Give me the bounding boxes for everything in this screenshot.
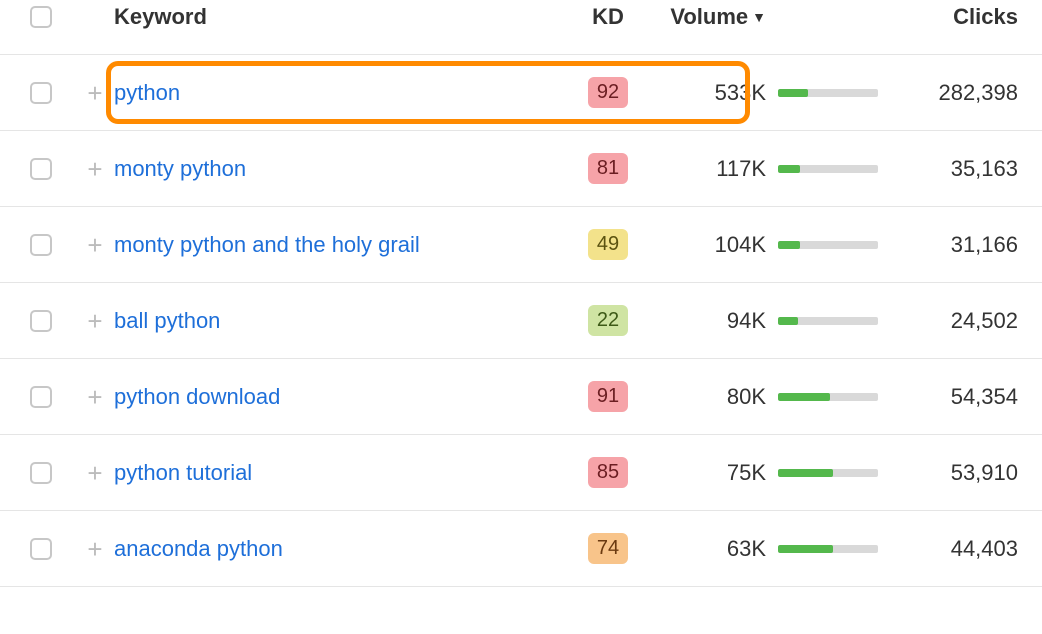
clicks-bar [778,317,878,325]
header-clicks[interactable]: Clicks [898,4,1018,30]
expand-icon[interactable]: + [87,308,102,334]
kd-badge: 85 [588,457,628,488]
row-checkbox[interactable] [30,538,52,560]
clicks-bar-fill [778,165,800,173]
expand-icon[interactable]: + [87,384,102,410]
clicks-value: 54,354 [951,384,1018,409]
volume-value: 104K [715,232,766,257]
keyword-link[interactable]: monty python [114,156,246,181]
select-all-checkbox[interactable] [30,6,52,28]
table-row: + python download 91 80K 54,354 [0,359,1042,435]
expand-icon[interactable]: + [87,156,102,182]
clicks-value: 24,502 [951,308,1018,333]
kd-badge: 91 [588,381,628,412]
clicks-bar-fill [778,393,830,401]
keyword-link[interactable]: ball python [114,308,220,333]
volume-value: 80K [727,384,766,409]
row-checkbox[interactable] [30,310,52,332]
volume-value: 94K [727,308,766,333]
clicks-bar [778,393,878,401]
clicks-value: 31,166 [951,232,1018,257]
clicks-bar [778,545,878,553]
clicks-bar [778,89,878,97]
keyword-link[interactable]: python download [114,384,280,409]
header-kd[interactable]: KD [568,4,648,30]
table-row: + monty python 81 117K 35,163 [0,131,1042,207]
kd-badge: 81 [588,153,628,184]
clicks-value: 282,398 [938,80,1018,105]
volume-value: 63K [727,536,766,561]
volume-value: 117K [716,156,766,181]
volume-value: 75K [727,460,766,485]
table-row: + python tutorial 85 75K 53,910 [0,435,1042,511]
clicks-bar-fill [778,241,800,249]
sort-desc-icon: ▼ [752,9,766,25]
expand-icon[interactable]: + [87,536,102,562]
clicks-bar [778,469,878,477]
expand-icon[interactable]: + [87,232,102,258]
kd-badge: 92 [588,77,628,108]
row-checkbox[interactable] [30,462,52,484]
clicks-bar-fill [778,89,808,97]
keyword-link[interactable]: anaconda python [114,536,283,561]
table-row: + python 92 533K 282,398 [0,55,1042,131]
keyword-link[interactable]: monty python and the holy grail [114,232,420,257]
table-row: + anaconda python 74 63K 44,403 [0,511,1042,587]
volume-value: 533K [715,80,766,105]
keyword-table: Keyword KD Volume▼ Clicks + python 92 53… [0,0,1042,587]
row-checkbox[interactable] [30,234,52,256]
keyword-link[interactable]: python tutorial [114,460,252,485]
header-keyword[interactable]: Keyword [114,4,568,30]
row-checkbox[interactable] [30,82,52,104]
row-checkbox[interactable] [30,158,52,180]
header-volume-label: Volume [670,4,748,29]
kd-badge: 49 [588,229,628,260]
table-row: + monty python and the holy grail 49 104… [0,207,1042,283]
table-row: + ball python 22 94K 24,502 [0,283,1042,359]
kd-badge: 22 [588,305,628,336]
clicks-value: 44,403 [951,536,1018,561]
expand-icon[interactable]: + [87,460,102,486]
row-checkbox[interactable] [30,386,52,408]
clicks-value: 35,163 [951,156,1018,181]
kd-badge: 74 [588,533,628,564]
clicks-value: 53,910 [951,460,1018,485]
clicks-bar-fill [778,317,798,325]
clicks-bar-fill [778,469,833,477]
header-volume[interactable]: Volume▼ [648,4,778,30]
keyword-link[interactable]: python [114,80,180,105]
clicks-bar-fill [778,545,833,553]
expand-icon[interactable]: + [87,80,102,106]
clicks-bar [778,165,878,173]
table-header-row: Keyword KD Volume▼ Clicks [0,0,1042,55]
clicks-bar [778,241,878,249]
